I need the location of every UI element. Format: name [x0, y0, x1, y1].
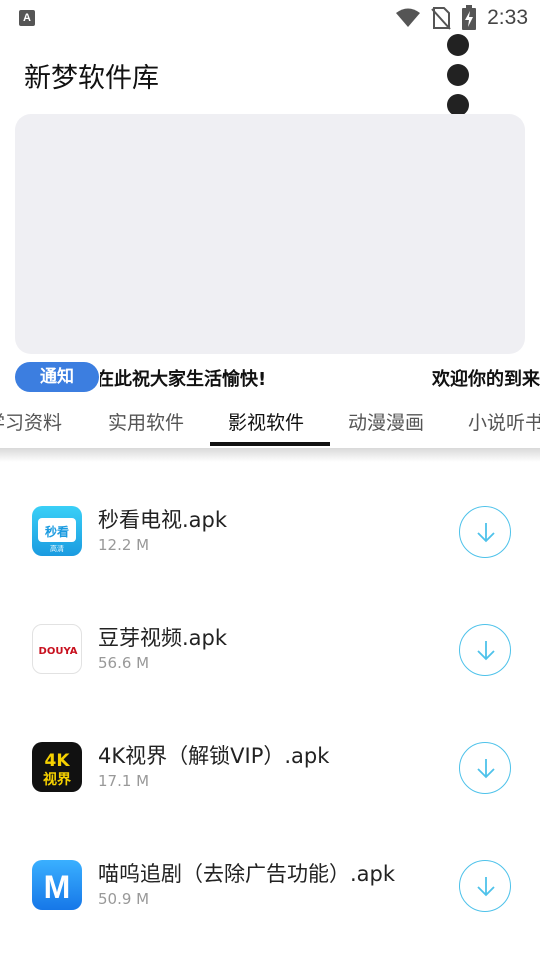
icon-label: DOUYA — [39, 646, 78, 657]
list-item[interactable]: 秒看 高清 秒看电视.apk 12.2 M — [0, 472, 540, 590]
notification-indicator-icon: A — [19, 10, 35, 26]
active-tab-indicator — [210, 442, 330, 446]
miaokan-tv-icon: 秒看 高清 — [32, 506, 82, 556]
tab-video-software[interactable]: 影视软件 — [228, 408, 304, 435]
app-name: 秒看电视.apk — [98, 508, 228, 532]
download-button[interactable] — [459, 860, 511, 912]
status-icons: 2:33 — [395, 4, 528, 32]
icon-label: M — [44, 869, 71, 905]
download-arrow-icon — [477, 877, 495, 897]
download-button[interactable] — [459, 742, 511, 794]
more-options-icon[interactable] — [446, 34, 470, 114]
douya-video-icon: DOUYA — [32, 624, 82, 674]
tab-study-materials[interactable]: 学习资料 — [0, 408, 62, 435]
miaowu-icon: M — [32, 860, 82, 910]
icon-label: 秒看 — [45, 524, 69, 539]
tab-novels-audiobooks[interactable]: 小说听书 — [468, 408, 540, 435]
icon-label: 4K — [44, 751, 70, 771]
list-item[interactable]: DOUYA 豆芽视频.apk 56.6 M — [0, 590, 540, 708]
icon-sublabel: 视界 — [43, 771, 72, 788]
no-sim-icon — [431, 7, 451, 30]
notice-marquee: 在此祝大家生活愉快! 欢迎你的到来 — [100, 360, 540, 394]
notice-bar: 通知 在此祝大家生活愉快! 欢迎你的到来 — [0, 360, 540, 394]
app-name: 4K视界（解锁VIP）.apk — [98, 744, 330, 768]
banner-carousel[interactable] — [15, 114, 525, 354]
app-name: 喵呜追剧（去除广告功能）.apk — [98, 862, 396, 886]
tab-anime-comics[interactable]: 动漫漫画 — [348, 408, 424, 435]
download-button[interactable] — [459, 506, 511, 558]
notice-message: 在此祝大家生活愉快! — [100, 369, 267, 390]
app-size: 50.9 M — [98, 890, 150, 908]
download-arrow-icon — [477, 759, 495, 779]
4k-vision-icon: 4K 视界 — [32, 742, 82, 792]
download-arrow-icon — [477, 523, 495, 543]
list-item[interactable]: M 喵呜追剧（去除广告功能）.apk 50.9 M — [0, 826, 540, 944]
category-tabs: 学习资料 实用软件 影视软件 动漫漫画 小说听书 — [0, 398, 540, 448]
app-size: 17.1 M — [98, 772, 150, 790]
battery-charging-icon — [462, 5, 477, 30]
icon-sublabel: 高清 — [50, 544, 64, 553]
download-button[interactable] — [459, 624, 511, 676]
app-size: 12.2 M — [98, 536, 150, 554]
tab-utility-software[interactable]: 实用软件 — [108, 408, 184, 435]
list-item[interactable]: 4K 视界 4K视界（解锁VIP）.apk 17.1 M — [0, 708, 540, 826]
wifi-icon — [396, 8, 421, 27]
notice-badge: 通知 — [15, 362, 99, 392]
clock: 2:33 — [487, 6, 528, 29]
tabs-divider — [0, 448, 540, 462]
notice-message: 欢迎你的到来 — [432, 369, 540, 390]
download-arrow-icon — [477, 641, 495, 661]
page-title: 新梦软件库 — [24, 63, 159, 94]
status-bar: A 2:33 — [0, 0, 540, 36]
app-size: 56.6 M — [98, 654, 150, 672]
app-name: 豆芽视频.apk — [98, 626, 228, 650]
